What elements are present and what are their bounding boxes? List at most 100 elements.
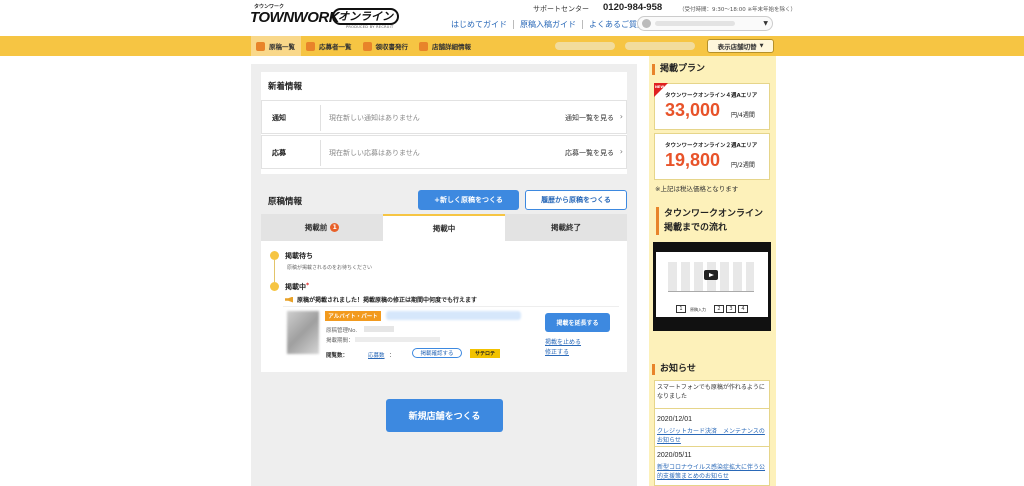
plan-card-4week[interactable]: NEW タウンワークオンライン４週Aエリア 33,000 円/4週間 (654, 83, 770, 130)
divider (320, 105, 321, 131)
support-center-label: サポートセンター (533, 5, 589, 13)
news-date: 2020/12/01 (657, 416, 693, 423)
page: タウンワーク TOWNWORK オンライン PRODUCED BY RECRUI… (0, 0, 1024, 486)
published-notice-text: 原稿が掲載されました！掲載原稿の修正は期間中何度でも行えます (297, 297, 478, 304)
job-views-label: 閲覧数： (326, 353, 349, 359)
news-title: 新着情報 (268, 82, 303, 92)
news-side-title: お知らせ (652, 364, 696, 375)
tax-note: ※上記は税込価格となります (655, 185, 739, 193)
new-badge-text: NEW (655, 85, 665, 89)
create-store-button[interactable]: 新規店舗をつくる (386, 399, 503, 432)
published-notice: 原稿が掲載されました！掲載原稿の修正は期間中何度でも行えます (285, 295, 477, 304)
divider (654, 446, 770, 447)
flow-step-3: 3 (726, 305, 736, 313)
nav-label: 原稿一覧 (269, 43, 295, 51)
job-type-tag: アルバイト・パート (325, 311, 381, 321)
flow-step-2: 2 (714, 305, 724, 313)
application-list-link[interactable]: 応募一覧を見る (565, 148, 614, 158)
plan-name: タウンワークオンライン４週Aエリア (665, 93, 758, 99)
nav-item-receipt[interactable]: 領収書発行 (358, 36, 415, 56)
chevron-down-icon: ▼ (763, 20, 768, 27)
news-row-notification: 通知 現在新しい通知はありません 通知一覧を見る › (261, 100, 627, 134)
nav-label: 店舗詳細情報 (432, 43, 471, 51)
manuscript-tabs: 掲載前 1 掲載中 掲載終了 (261, 214, 627, 241)
link-separator (582, 19, 583, 29)
extend-publish-button[interactable]: 掲載を延長する (545, 313, 610, 332)
tab-publish-ended[interactable]: 掲載終了 (505, 214, 627, 241)
news-row-text: 現在新しい通知はありません (329, 114, 420, 122)
confirm-publish-button[interactable]: 掲載確認する (412, 348, 462, 358)
job-period-label: 掲載期間： (326, 338, 354, 344)
flow-caption: 原稿入力 (690, 307, 706, 312)
people-icon (306, 41, 315, 51)
timeline-line (274, 260, 275, 282)
required-mark: * (306, 282, 310, 289)
plan-name: タウンワークオンライン２週Aエリア (665, 143, 758, 149)
news-link[interactable]: クレジットカード決済 メンテナンスのお知らせ (657, 427, 769, 445)
count-badge: 1 (330, 223, 340, 232)
megaphone-icon (285, 296, 293, 303)
account-dropdown[interactable]: ▼ (637, 16, 773, 31)
link-separator (513, 19, 514, 29)
plan-unit: 円/2週間 (731, 162, 755, 169)
account-name-redacted (655, 21, 735, 26)
support-hours: （受付時間：9:30～18:00 ※年末年始を除く） (679, 7, 797, 13)
stop-publish-link[interactable]: 掲載を止める (545, 337, 581, 346)
link-first-guide[interactable]: はじめてガイド (451, 19, 507, 30)
chevron-right-icon: › (619, 147, 623, 156)
avatar-icon (642, 19, 651, 28)
link-manuscript-guide[interactable]: 原稿入稿ガイド (520, 19, 576, 30)
satoroku-badge: サテロテ (470, 349, 500, 358)
new-manuscript-button[interactable]: +新しく原稿をつくる (418, 190, 519, 210)
tab-before-publish[interactable]: 掲載前 1 (261, 214, 383, 241)
job-applications-colon: ： (389, 353, 395, 359)
document-icon (256, 41, 265, 51)
job-id-redacted (364, 326, 394, 332)
redacted-store-name (555, 42, 615, 50)
job-period-redacted (355, 337, 440, 342)
nav-label: 応募者一覧 (319, 43, 352, 51)
job-applications-link[interactable]: 応募数 (368, 351, 385, 359)
edit-manuscript-link[interactable]: 修正する (545, 347, 569, 356)
support-phone: 0120-984-958 (603, 2, 663, 13)
plan-unit: 円/4週間 (731, 112, 755, 119)
townwork-logo[interactable]: タウンワーク TOWNWORK オンライン PRODUCED BY RECRUI… (250, 3, 400, 33)
nav-label: 領収書発行 (375, 43, 409, 51)
main-nav: 原稿一覧 応募者一覧 領収書発行 店舗詳細情報 (0, 36, 1024, 56)
tab-label: 掲載前 (304, 223, 328, 232)
chevron-down-icon: ▼ (759, 43, 764, 49)
nav-item-manuscripts[interactable]: 原稿一覧 (251, 36, 301, 56)
news-row-label: 通知 (272, 114, 286, 122)
logo-online-text: オンライン (332, 8, 399, 25)
store-icon (419, 41, 428, 51)
status-waiting-desc: 原稿が掲載されるのをお待ちください (287, 265, 373, 271)
store-switch-label: 表示店舗切替 (717, 43, 757, 51)
chevron-right-icon: › (619, 112, 623, 121)
notification-list-link[interactable]: 通知一覧を見る (565, 113, 614, 123)
receipt-icon (362, 41, 372, 51)
plan-card-2week[interactable]: タウンワークオンライン２週Aエリア 19,800 円/2週間 (654, 133, 770, 180)
nav-item-store-details[interactable]: 店舗詳細情報 (414, 36, 477, 56)
tab-publishing[interactable]: 掲載中 (383, 214, 505, 241)
news-date: 2020/05/11 (657, 452, 692, 459)
header-links: はじめてガイド 原稿入稿ガイド よくあるご質問 (451, 18, 645, 30)
job-thumbnail[interactable] (287, 311, 319, 354)
news-row-text: 現在新しい応募はありません (329, 149, 420, 157)
store-switch-button[interactable]: 表示店舗切替 ▼ (707, 39, 774, 53)
manuscript-title: 原稿情報 (268, 197, 303, 207)
nav-item-applicants[interactable]: 応募者一覧 (301, 36, 358, 56)
plan-price: 33,000 (665, 100, 721, 120)
job-title-redacted[interactable] (386, 311, 521, 320)
status-publishing-label: 掲載中 (285, 283, 306, 291)
play-icon[interactable] (704, 270, 718, 280)
flow-video[interactable]: 1 2 3 4 原稿入力 (653, 242, 771, 331)
news-link[interactable]: 新型コロナウイルス感染症拡大に伴う公的支援策まとめのお知らせ (657, 463, 769, 481)
timeline-dot (270, 251, 279, 260)
divider (654, 408, 770, 409)
history-manuscript-button[interactable]: 履歴から原稿をつくる (525, 190, 627, 210)
logo-main-text: TOWNWORK (250, 9, 340, 26)
news-row-application: 応募 現在新しい応募はありません 応募一覧を見る › (261, 135, 627, 169)
logo-produced-by: PRODUCED BY RECRUIT (346, 25, 394, 29)
status-publishing: 掲載中* (285, 282, 309, 292)
nav-items: 原稿一覧 応募者一覧 領収書発行 店舗詳細情報 (251, 36, 477, 56)
